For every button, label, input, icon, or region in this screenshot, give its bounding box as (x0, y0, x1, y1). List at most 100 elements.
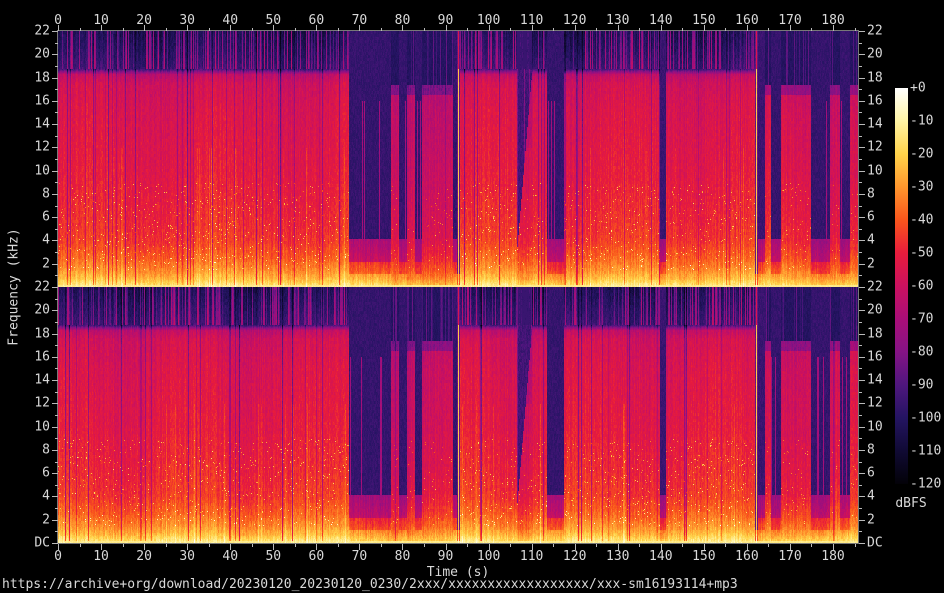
freq-tick-label: 10 (34, 419, 50, 435)
freq-minor-tick-mark (859, 205, 862, 207)
freq-tick-label: 2 (867, 256, 875, 272)
time-tick-label: 40 (222, 549, 239, 564)
time-tick-mark (316, 544, 318, 550)
time-minor-tick-mark (596, 544, 598, 547)
time-minor-tick-mark (294, 28, 296, 31)
freq-tick-mark (52, 356, 58, 358)
time-minor-tick-mark (768, 28, 770, 31)
time-minor-tick-mark (682, 544, 684, 547)
colorbar-tick-label: -110 (910, 443, 942, 459)
freq-tick-mark (859, 263, 865, 265)
time-tick-label: 150 (692, 549, 716, 564)
freq-minor-tick-mark (55, 205, 58, 207)
time-tick-mark (531, 25, 533, 31)
freq-minor-tick-mark (55, 275, 58, 277)
spectrogram-channel-2 (58, 287, 858, 543)
time-minor-tick-mark (122, 28, 124, 31)
freq-tick-mark (52, 263, 58, 265)
time-tick-mark (660, 25, 662, 31)
time-tick-mark (703, 544, 705, 550)
freq-tick-mark (859, 170, 865, 172)
time-tick-mark (789, 25, 791, 31)
freq-tick-mark (52, 170, 58, 172)
freq-minor-tick-mark (859, 391, 862, 393)
colorbar-tick-label: -20 (910, 146, 934, 162)
time-tick-mark (230, 25, 232, 31)
freq-tick-mark (859, 310, 865, 312)
time-minor-tick-mark (380, 28, 382, 31)
freq-tick-mark (52, 147, 58, 149)
time-tick-mark (58, 544, 59, 550)
freq-tick-mark (52, 240, 58, 242)
time-tick-label: 70 (351, 549, 368, 564)
freq-tick-mark (52, 426, 58, 428)
freq-tick-label: 6 (867, 209, 875, 225)
freq-tick-mark (859, 124, 865, 126)
freq-minor-tick-mark (55, 415, 58, 416)
time-minor-tick-mark (251, 28, 253, 31)
freq-tick-mark (859, 543, 865, 544)
freq-tick-mark (859, 147, 865, 149)
freq-minor-tick-mark (859, 182, 862, 184)
colorbar-gradient (895, 88, 908, 484)
freq-tick-label: 20 (867, 302, 883, 318)
freq-minor-tick-mark (55, 182, 58, 184)
time-tick-label: 170 (778, 549, 802, 564)
colorbar-tick-label: -10 (910, 113, 934, 129)
time-tick-mark (402, 25, 404, 31)
time-tick-mark (574, 544, 576, 550)
freq-tick-label: 6 (42, 209, 50, 225)
freq-minor-tick-mark (859, 368, 862, 370)
time-tick-mark (273, 25, 275, 31)
freq-minor-tick-mark (859, 112, 862, 114)
freq-tick-label: 6 (867, 465, 875, 481)
freq-tick-mark (52, 519, 58, 521)
freq-tick-mark (52, 496, 58, 498)
time-tick-mark (101, 544, 103, 550)
freq-dc-label: DC (867, 535, 883, 551)
freq-tick-mark (52, 310, 58, 312)
freq-tick-mark (859, 496, 865, 498)
time-tick-mark (746, 544, 748, 550)
freq-minor-tick-mark (55, 484, 58, 486)
freq-minor-tick-mark (859, 531, 862, 533)
colorbar-tick-label: -30 (910, 179, 934, 195)
colorbar-tick-label: -50 (910, 245, 934, 261)
freq-tick-mark (859, 193, 865, 195)
time-minor-tick-mark (165, 28, 167, 31)
freq-tick-label: 14 (34, 116, 50, 132)
freq-minor-tick-mark (859, 298, 862, 300)
time-minor-tick-mark (165, 544, 167, 547)
time-minor-tick-mark (811, 28, 813, 31)
freq-tick-mark (859, 333, 865, 335)
freq-tick-label: 14 (867, 372, 883, 388)
freq-tick-label: 18 (867, 326, 883, 342)
freq-tick-label: 18 (34, 326, 50, 342)
time-minor-tick-mark (337, 28, 339, 31)
freq-minor-tick-mark (859, 252, 862, 254)
freq-tick-mark (859, 426, 865, 428)
time-tick-mark (445, 25, 447, 31)
freq-tick-label: 10 (867, 163, 883, 179)
freq-tick-label: 12 (34, 139, 50, 155)
colorbar-tick-label: -70 (910, 311, 934, 327)
time-minor-tick-mark (467, 544, 469, 547)
freq-tick-mark (859, 287, 865, 288)
freq-tick-label: 12 (867, 395, 883, 411)
freq-tick-label: 4 (42, 232, 50, 248)
freq-minor-tick-mark (859, 135, 862, 137)
freq-tick-label: 16 (867, 93, 883, 109)
freq-tick-label: 2 (42, 256, 50, 272)
file-url-caption: https://archive+org/download/20230120_20… (2, 577, 738, 592)
freq-tick-mark (52, 100, 58, 102)
time-minor-tick-mark (639, 544, 641, 547)
time-tick-label: 90 (437, 549, 454, 564)
freq-tick-mark (859, 473, 865, 475)
time-tick-mark (574, 25, 576, 31)
time-minor-tick-mark (208, 544, 210, 547)
freq-tick-mark (52, 380, 58, 382)
time-tick-mark (746, 25, 748, 31)
freq-tick-label: 8 (42, 442, 50, 458)
colorbar-tick-label: -120 (910, 476, 942, 492)
freq-minor-tick-mark (55, 228, 58, 230)
